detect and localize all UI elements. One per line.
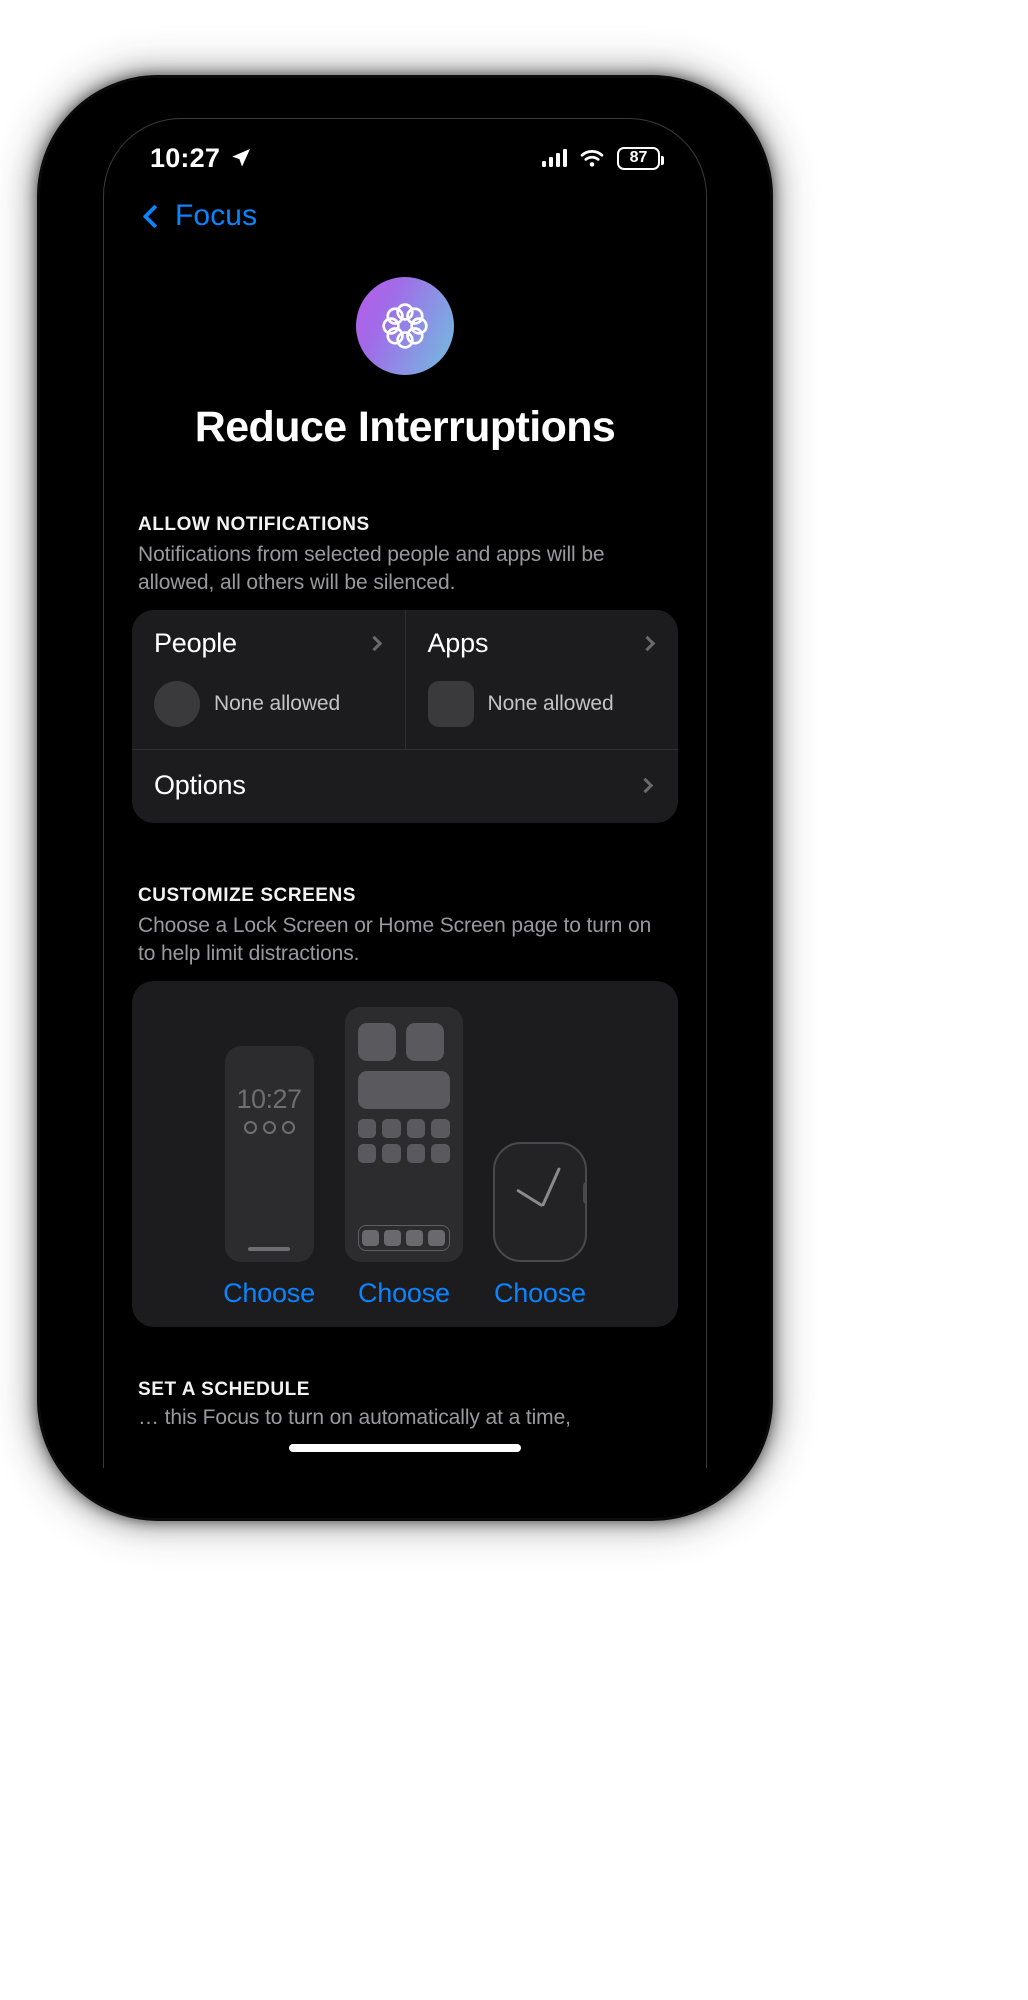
home-preview-widget	[357, 1070, 450, 1109]
lock-screen-preview-home-bar	[248, 1247, 290, 1251]
location-arrow-icon	[232, 149, 251, 167]
lock-screen-preview[interactable]: 10:27	[224, 1045, 314, 1262]
allow-notifications-title: ALLOW NOTIFICATIONS	[138, 514, 370, 535]
apps-cell[interactable]: Apps None allowed	[404, 609, 679, 749]
cellular-bars-icon	[541, 149, 567, 167]
choose-watch-face-button[interactable]: Choose	[494, 1278, 586, 1309]
phone-screen: 10:27 87 Focus Reduce Interruptions ALLO…	[103, 118, 707, 1468]
people-cell[interactable]: People None allowed	[132, 610, 405, 749]
watch-hands-icon	[495, 1144, 585, 1260]
focus-flower-glyph	[382, 303, 428, 349]
status-bar: 10:27 87	[104, 119, 706, 183]
focus-hero: Reduce Interruptions	[104, 233, 706, 452]
people-label: People	[154, 627, 237, 658]
options-label: Options	[154, 769, 246, 800]
allow-notifications-card: People None allowed Apps None allowed Op…	[132, 609, 679, 823]
chevron-right-icon	[366, 635, 382, 652]
customize-screens-section-header: CUSTOMIZE SCREENS Choose a Lock Screen o…	[104, 885, 706, 968]
screen-previews-card: 10:27 Choose Choose Choose	[132, 980, 678, 1327]
set-schedule-description: … this Focus to turn on automatically at…	[138, 1405, 571, 1429]
home-screen-preview-column: Choose	[344, 1006, 463, 1309]
status-bar-left: 10:27	[150, 143, 253, 174]
back-button-label: Focus	[175, 199, 258, 232]
apps-header: Apps	[428, 628, 659, 659]
settings-scroll-content: Reduce Interruptions ALLOW NOTIFICATIONS…	[104, 233, 706, 1430]
choose-home-screen-button[interactable]: Choose	[358, 1278, 450, 1309]
apps-status-row: None allowed	[427, 680, 659, 727]
watch-face-preview[interactable]	[492, 1141, 587, 1262]
home-preview-top-icons	[357, 1022, 450, 1061]
reduce-interruptions-focus-icon	[356, 277, 454, 375]
lock-screen-preview-dots	[243, 1120, 295, 1134]
apps-status-label: None allowed	[487, 691, 614, 715]
people-status-row: None allowed	[154, 680, 385, 727]
person-avatar-placeholder	[154, 680, 200, 727]
people-status-label: None allowed	[214, 691, 341, 715]
customize-screens-title: CUSTOMIZE SCREENS	[138, 884, 357, 906]
chevron-right-icon	[639, 635, 656, 652]
page-title: Reduce Interruptions	[194, 403, 616, 451]
people-header: People	[154, 628, 385, 659]
chevron-right-icon	[637, 777, 654, 794]
chevron-left-icon	[142, 203, 167, 229]
back-button[interactable]: Focus	[104, 183, 706, 233]
allow-notifications-section-header: ALLOW NOTIFICATIONS Notifications from s…	[104, 514, 706, 597]
home-preview-app-grid	[357, 1118, 450, 1163]
app-icon-placeholder	[427, 680, 474, 727]
people-apps-row: People None allowed Apps None allowed	[132, 609, 679, 749]
battery-percent-label: 87	[629, 149, 648, 166]
wifi-icon	[580, 150, 604, 167]
home-preview-dock	[357, 1224, 450, 1251]
status-bar-right: 87	[541, 146, 664, 170]
choose-lock-screen-button[interactable]: Choose	[223, 1278, 315, 1309]
lock-screen-preview-time: 10:27	[236, 1083, 302, 1114]
customize-screens-description: Choose a Lock Screen or Home Screen page…	[138, 913, 652, 965]
battery-indicator: 87	[617, 146, 664, 170]
lock-screen-preview-column: 10:27 Choose	[223, 1045, 315, 1309]
home-screen-preview[interactable]	[344, 1006, 463, 1262]
options-row[interactable]: Options	[132, 748, 678, 823]
apps-label: Apps	[427, 627, 489, 658]
set-schedule-section-header: SET A SCHEDULE … this Focus to turn on a…	[104, 1379, 706, 1430]
watch-face-preview-column: Choose	[492, 1141, 587, 1309]
status-bar-time: 10:27	[150, 142, 221, 173]
allow-notifications-description: Notifications from selected people and a…	[138, 543, 605, 594]
phone-device-frame: 10:27 87 Focus Reduce Interruptions ALLO…	[40, 78, 770, 1518]
home-indicator	[289, 1444, 521, 1452]
set-schedule-title: SET A SCHEDULE	[138, 1378, 311, 1400]
